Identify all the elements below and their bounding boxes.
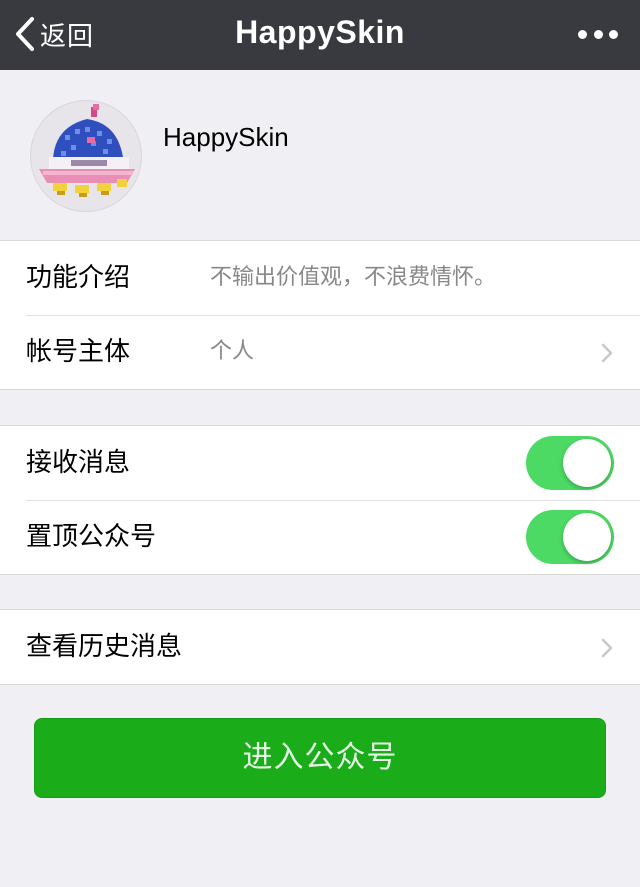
row-label: 置顶公众号 bbox=[26, 522, 157, 552]
row-label: 功能介绍 bbox=[26, 263, 131, 293]
info-group: 功能介绍 不输出价值观，不浪费情怀。 帐号主体 个人 bbox=[0, 240, 640, 390]
toggle-knob bbox=[563, 439, 611, 487]
chevron-right-icon bbox=[601, 638, 613, 658]
more-dots-icon[interactable] bbox=[578, 27, 618, 41]
account-name: HappySkin bbox=[163, 122, 289, 152]
pin-account-toggle[interactable] bbox=[526, 510, 614, 564]
chevron-right-icon bbox=[601, 343, 613, 363]
row-value: 个人 bbox=[210, 339, 255, 364]
enter-account-button[interactable]: 进入公众号 bbox=[34, 718, 606, 798]
history-group: 查看历史消息 bbox=[0, 609, 640, 685]
row-value: 不输出价值观，不浪费情怀。 bbox=[210, 265, 497, 290]
row-label: 查看历史消息 bbox=[26, 632, 183, 662]
page-title: HappySkin bbox=[235, 14, 405, 50]
avatar[interactable] bbox=[30, 100, 142, 212]
row-account-owner[interactable]: 帐号主体 个人 bbox=[0, 315, 640, 389]
toggle-knob bbox=[563, 513, 611, 561]
row-label: 接收消息 bbox=[26, 448, 131, 478]
row-receive-messages: 接收消息 bbox=[0, 426, 640, 500]
receive-messages-toggle[interactable] bbox=[526, 436, 614, 490]
row-function-intro: 功能介绍 不输出价值观，不浪费情怀。 bbox=[0, 241, 640, 315]
settings-group: 接收消息 置顶公众号 bbox=[0, 425, 640, 575]
row-pin-account: 置顶公众号 bbox=[0, 500, 640, 574]
row-view-history[interactable]: 查看历史消息 bbox=[0, 610, 640, 684]
profile-header: HappySkin bbox=[0, 70, 640, 240]
pixel-ufo-avatar bbox=[39, 104, 135, 197]
row-label: 帐号主体 bbox=[26, 337, 131, 367]
navigation-bar: 返回 HappySkin bbox=[0, 0, 640, 70]
